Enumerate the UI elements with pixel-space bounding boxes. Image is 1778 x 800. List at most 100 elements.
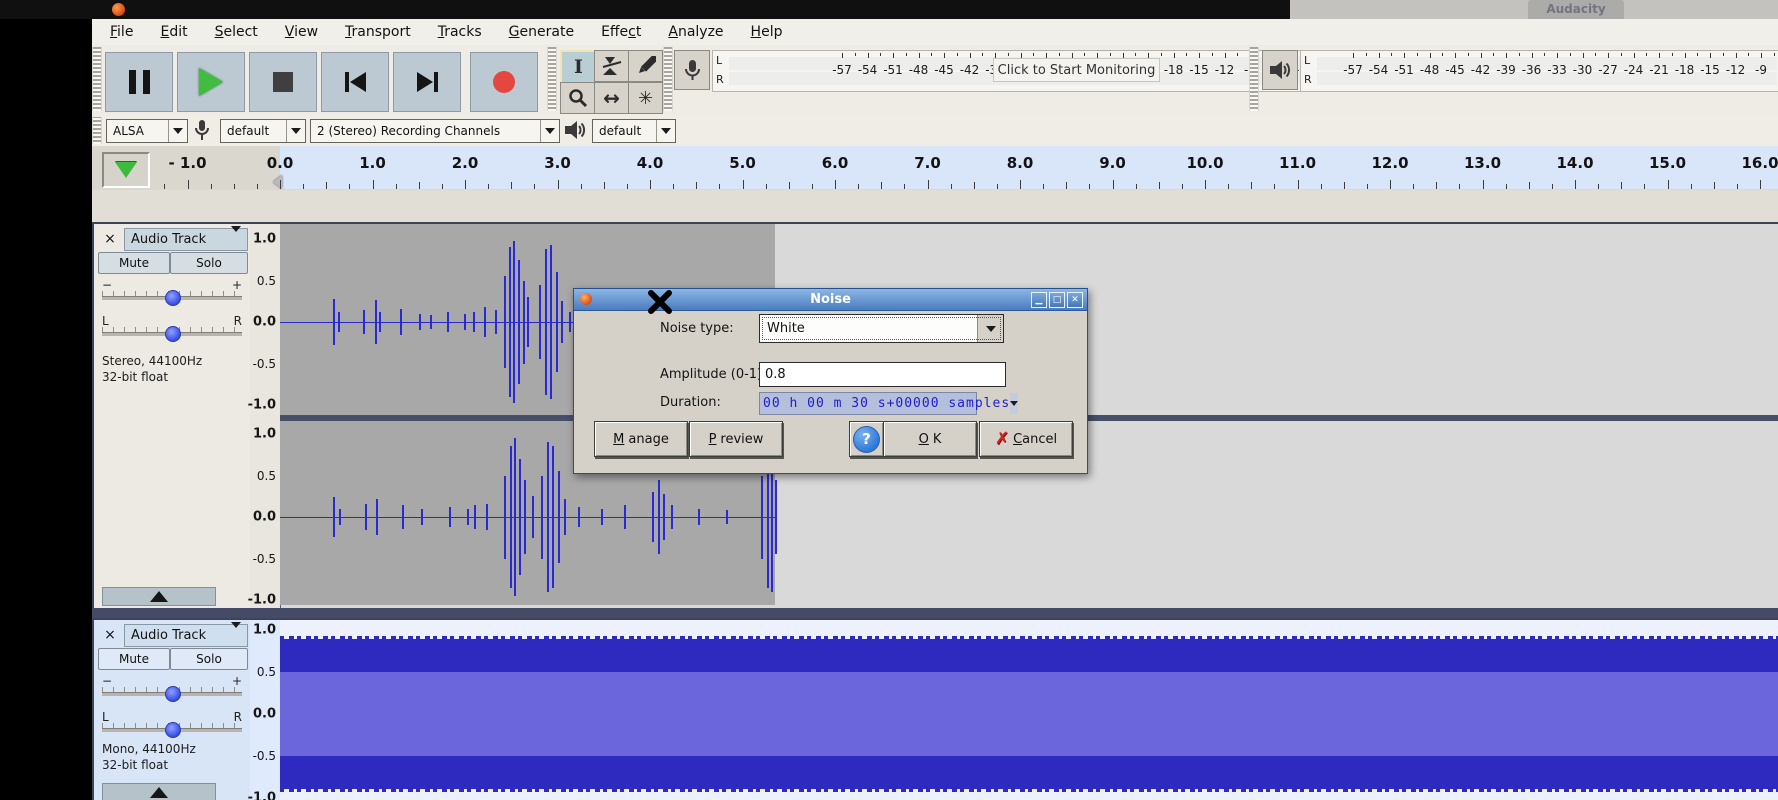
playback-meter-tick (1685, 53, 1686, 58)
help-button[interactable]: ? (849, 421, 884, 457)
pan-slider[interactable]: LR (102, 710, 242, 736)
maximize-icon[interactable]: □ (1049, 292, 1065, 308)
track-vertical-ruler[interactable]: 1.00.50.0-0.5-1.0 (250, 620, 281, 800)
toolbar-grip[interactable] (1249, 47, 1259, 111)
recording-meter-scale-number: -12 (1215, 63, 1235, 77)
recording-meter-scale-number: -51 (883, 63, 903, 77)
track-collapse-button[interactable] (102, 587, 216, 606)
draw-tool-button[interactable] (628, 50, 663, 82)
menu-select[interactable]: Select (206, 22, 267, 42)
toolbar-grip[interactable] (663, 47, 673, 111)
pause-button[interactable] (105, 52, 173, 112)
chevron-down-icon[interactable] (656, 120, 675, 142)
track-collapse-button[interactable] (102, 783, 216, 800)
manage-button[interactable]: Manage (594, 421, 688, 457)
waveform-spike (339, 509, 341, 526)
menu-effect[interactable]: Effect (592, 22, 650, 42)
timeline-label: 1.0 (359, 154, 386, 172)
menu-view[interactable]: View (276, 22, 327, 42)
noise-type-value: White (760, 321, 977, 336)
zoom-tool-button[interactable] (560, 82, 595, 114)
stop-button[interactable] (249, 52, 317, 112)
track-title-menu[interactable]: Audio Track (124, 624, 248, 647)
track-close-button[interactable]: × (98, 228, 122, 249)
solo-button[interactable]: Solo (170, 252, 248, 274)
timeline-tick (1182, 184, 1183, 189)
pan-slider[interactable]: LR (102, 314, 242, 340)
cancel-button[interactable]: ✗ Cancel (979, 421, 1073, 457)
window-title: Audacity (1528, 2, 1624, 16)
recording-meter[interactable]: LR-57-54-51-48-45-42-39-36-33-30-27-24-2… (712, 50, 1341, 92)
menu-analyze[interactable]: Analyze (659, 22, 732, 42)
menu-tracks[interactable]: Tracks (429, 22, 491, 42)
chevron-down-icon[interactable] (540, 120, 559, 142)
menu-file[interactable]: File (101, 22, 142, 42)
noise-type-select[interactable]: White (759, 314, 1004, 343)
menu-generate[interactable]: Generate (500, 22, 583, 42)
close-icon[interactable]: ✕ (1067, 292, 1083, 308)
preview-button[interactable]: Preview (689, 421, 783, 457)
monitor-overlay[interactable]: Click to Start Monitoring (993, 58, 1160, 82)
time-shift-tool-button[interactable]: ↔ (594, 82, 629, 114)
playback-meter[interactable]: LR-57-54-51-48-45-42-39-36-33-30-27-24-2… (1300, 50, 1778, 92)
chevron-down-icon[interactable] (286, 120, 305, 142)
timeline-tick (1066, 182, 1067, 189)
playback-device-select[interactable]: default (592, 119, 676, 143)
timeline-tick (1668, 180, 1669, 189)
playback-meter-scale-number: -39 (1496, 63, 1516, 77)
scale-label: 1.0 (253, 232, 276, 247)
toolbar-grip[interactable] (92, 47, 102, 111)
menu-transport[interactable]: Transport (336, 22, 420, 42)
recording-channels-select[interactable]: 2 (Stereo) Recording Channels (310, 119, 560, 143)
recording-meter-tick (855, 53, 856, 56)
track2-wave-area[interactable] (280, 620, 1778, 800)
track-close-button[interactable]: × (98, 624, 122, 645)
host-select[interactable]: ALSA (106, 119, 188, 143)
mute-button[interactable]: Mute (98, 252, 170, 274)
recording-meter-tick (982, 53, 983, 56)
track-vertical-ruler[interactable]: 1.00.50.0-0.5-1.01.00.50.0-0.5-1.0 (250, 224, 281, 610)
track-title-menu[interactable]: Audio Track (124, 228, 248, 251)
skip-to-start-button[interactable] (321, 52, 389, 112)
ok-button[interactable]: OK (883, 421, 977, 457)
gain-slider-thumb[interactable] (165, 290, 181, 306)
playback-meter-tick (1570, 53, 1571, 56)
skip-to-end-button[interactable] (393, 52, 461, 112)
menu-edit[interactable]: Edit (151, 22, 196, 42)
record-meter-mic-button[interactable] (674, 50, 710, 90)
toolbar-grip[interactable] (547, 47, 557, 111)
cancel-x-icon: ✗ (995, 429, 1009, 449)
timeline-ruler[interactable]: - 1.00.01.02.03.04.05.06.07.08.09.010.01… (92, 146, 1778, 191)
menu-help[interactable]: Help (742, 22, 792, 42)
playback-meter-tick (1621, 53, 1622, 56)
gain-slider-thumb[interactable] (165, 686, 181, 702)
waveform-spike (671, 505, 673, 528)
record-button[interactable] (470, 52, 538, 112)
pan-slider-thumb[interactable] (165, 326, 181, 342)
chevron-down-icon[interactable] (977, 315, 1003, 342)
amplitude-input[interactable]: 0.8 (759, 362, 1006, 387)
playback-meter-speaker-button[interactable] (1262, 50, 1298, 90)
multi-tool-button[interactable]: ✳ (628, 82, 663, 114)
waveform-spike (601, 509, 603, 526)
solo-button[interactable]: Solo (170, 648, 248, 670)
chevron-down-icon[interactable] (168, 120, 187, 142)
chevron-down-icon[interactable] (1010, 393, 1018, 414)
envelope-tool-button[interactable] (594, 50, 629, 82)
timeline-tick (974, 182, 975, 189)
toolbar-grip[interactable] (92, 117, 102, 144)
timeline-tick (511, 182, 512, 189)
selection-tool-button[interactable]: I (560, 50, 597, 84)
pan-slider-thumb[interactable] (165, 722, 181, 738)
gain-slider[interactable]: −+ (102, 278, 242, 304)
playback-meter-tick (1532, 53, 1533, 58)
gain-slider[interactable]: −+ (102, 674, 242, 700)
recording-meter-tick (1084, 53, 1085, 56)
mute-button[interactable]: Mute (98, 648, 170, 670)
play-button[interactable] (177, 52, 245, 112)
recording-device-select[interactable]: default (220, 119, 306, 143)
duration-field[interactable]: 00 h 00 m 30 s+00000 samples (759, 392, 977, 415)
scale-label: -1.0 (248, 398, 276, 413)
minimize-icon[interactable]: ▁ (1031, 292, 1047, 308)
playback-meter-tick (1595, 53, 1596, 56)
